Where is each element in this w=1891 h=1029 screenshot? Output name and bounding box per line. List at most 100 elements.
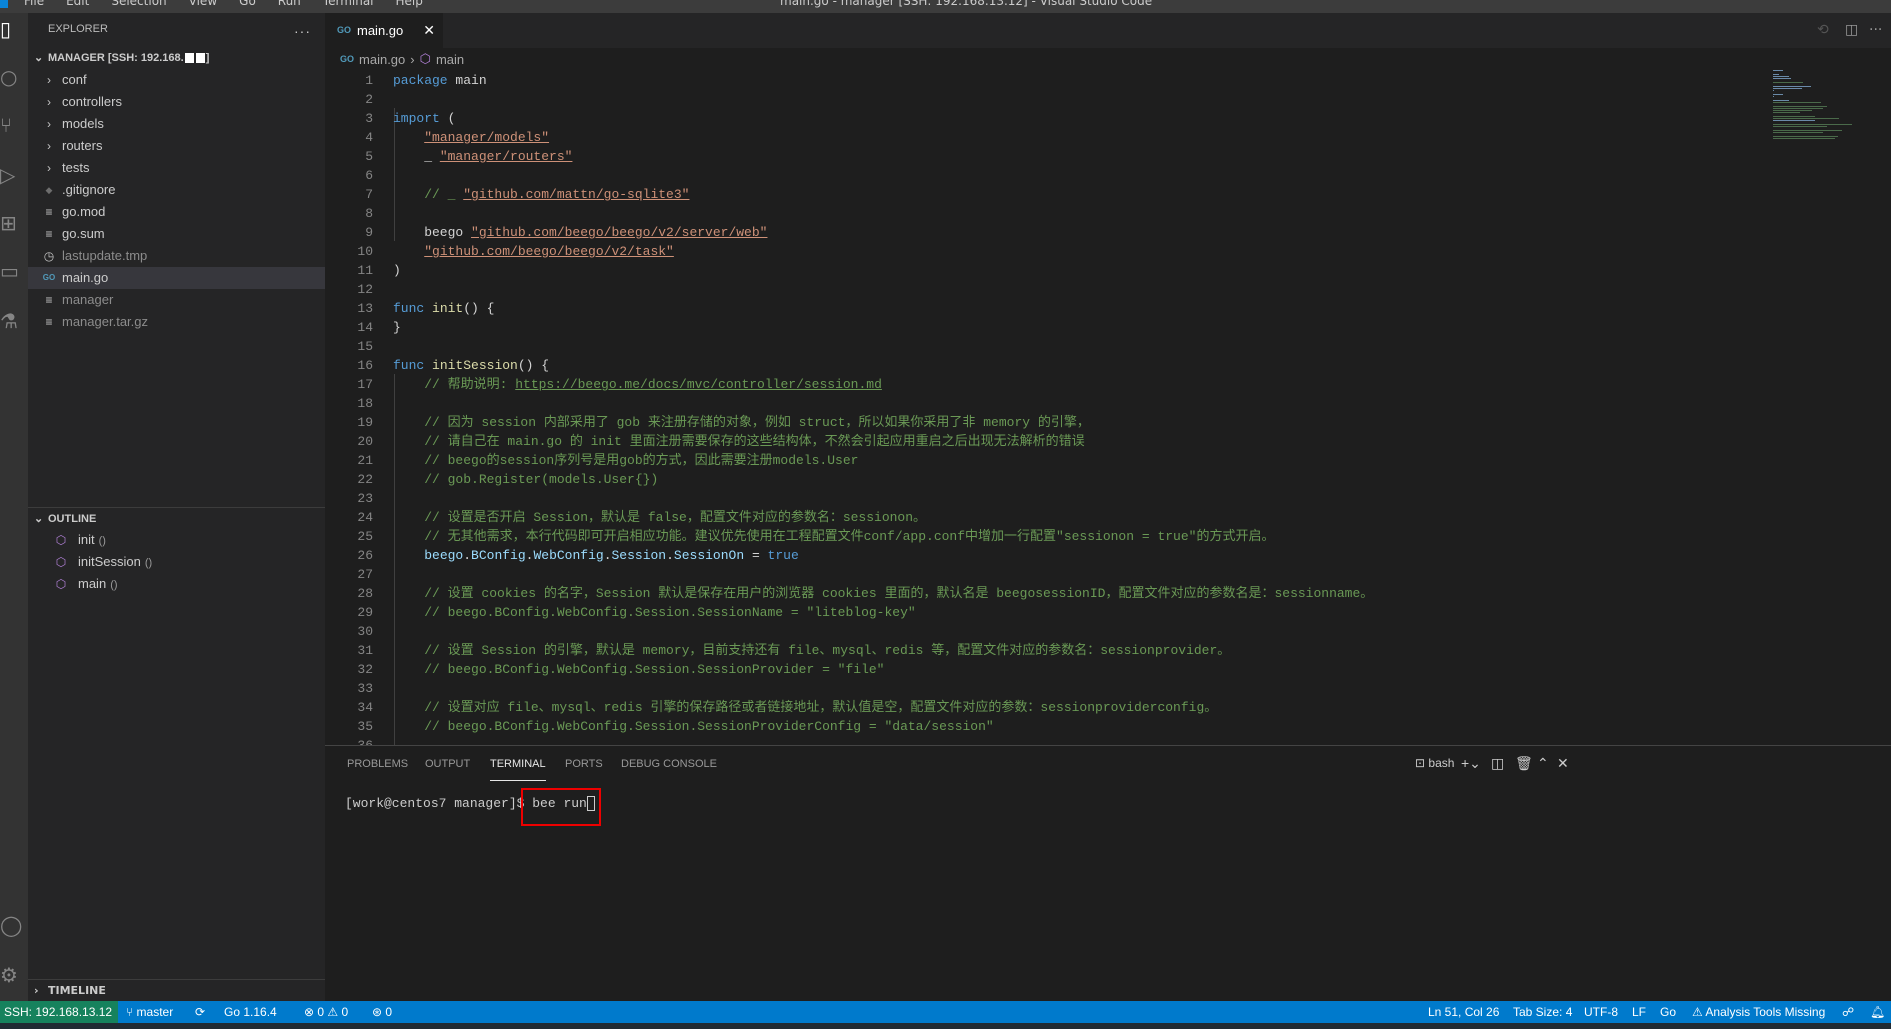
- outline-item-label: initSession(): [78, 551, 152, 574]
- tree-item-label: .gitignore: [62, 182, 116, 197]
- file-item[interactable]: ◷ lastupdate.tmp: [28, 245, 325, 267]
- menu-item-file[interactable]: File: [24, 0, 44, 8]
- code-token: // _: [393, 187, 464, 202]
- go-version[interactable]: Go 1.16.4: [224, 1001, 277, 1023]
- split-terminal-icon[interactable]: ◫: [1491, 755, 1504, 772]
- folder-item[interactable]: › conf: [28, 69, 325, 91]
- minimap-line: [1773, 82, 1804, 83]
- folder-item[interactable]: › routers: [28, 135, 325, 157]
- menu-item-help[interactable]: Help: [396, 0, 423, 8]
- code-line: }: [393, 318, 401, 337]
- tree-item-label: go.sum: [62, 226, 105, 241]
- symbol-method-icon: ⬡: [55, 533, 67, 547]
- line-number: 30: [357, 624, 373, 639]
- tab-size[interactable]: Tab Size: 4: [1513, 1001, 1572, 1023]
- tab-main-go[interactable]: GO main.go ✕: [325, 13, 443, 48]
- menu-item-go[interactable]: Go: [239, 0, 256, 8]
- end-of-line[interactable]: LF: [1632, 1001, 1646, 1023]
- outline-header[interactable]: ⌄ OUTLINE: [28, 507, 325, 529]
- file-item[interactable]: ≡ go.sum: [28, 223, 325, 245]
- branch-status[interactable]: ⑂ master: [126, 1001, 173, 1023]
- code-line: // _ "github.com/mattn/go-sqlite3": [393, 185, 689, 204]
- code-token: "github.com/mattn/go-sqlite3": [463, 187, 690, 202]
- cursor-position[interactable]: Ln 51, Col 26: [1428, 1001, 1499, 1023]
- search-icon[interactable]: ○: [0, 65, 28, 95]
- explorer-icon[interactable]: ▯: [0, 17, 28, 47]
- code-token: "manager/models": [424, 130, 550, 145]
- more-actions-icon[interactable]: ···: [1869, 22, 1882, 38]
- more-actions-icon[interactable]: ···: [294, 23, 311, 39]
- outline-name: initSession: [78, 554, 141, 569]
- file-item[interactable]: ≡ manager.tar.gz: [28, 311, 325, 333]
- remote-explorer-icon[interactable]: ▭: [0, 259, 28, 289]
- chevron-right-icon: ›: [47, 73, 51, 87]
- folder-item[interactable]: › models: [28, 113, 325, 135]
- split-editor-icon[interactable]: ◫: [1845, 22, 1858, 38]
- terminal[interactable]: [work@centos7 manager]$ bee run: [345, 788, 601, 826]
- file-item[interactable]: ◆ .gitignore: [28, 179, 325, 201]
- analysis-tools-warning[interactable]: ⚠ Analysis Tools Missing: [1692, 1001, 1825, 1023]
- sync-icon[interactable]: ⟳: [195, 1001, 205, 1023]
- code-line: // 帮助说明: https://beego.me/docs/mvc/contr…: [393, 375, 882, 394]
- remote-label: SSH: 192.168.13.12: [4, 1005, 113, 1019]
- close-tab-icon[interactable]: ✕: [423, 13, 435, 48]
- run-debug-icon[interactable]: ▷: [0, 163, 28, 193]
- ports-status[interactable]: ⊛ 0: [372, 1001, 392, 1023]
- accounts-icon[interactable]: ◯: [0, 913, 28, 943]
- outline-item[interactable]: ⬡ main(): [28, 573, 325, 595]
- menu-item-run[interactable]: Run: [278, 0, 301, 8]
- close-panel-icon[interactable]: ✕: [1557, 755, 1569, 772]
- ports-icon: ⊛: [372, 1005, 386, 1019]
- code-editor[interactable]: 1 package main 2 3 import (4 "manager/models…: [325, 70, 1771, 745]
- panel-tab-ports[interactable]: PORTS: [565, 758, 603, 770]
- panel-tab-problems[interactable]: PROBLEMS: [347, 758, 408, 770]
- code-token: initSession: [432, 358, 518, 373]
- notifications-bell-icon[interactable]: 🔔︎: [1870, 1001, 1885, 1023]
- code-line: _ "manager/routers": [393, 147, 572, 166]
- menu-item-edit[interactable]: Edit: [66, 0, 89, 8]
- minimap-line: [1773, 76, 1789, 77]
- menu-item-view[interactable]: View: [189, 0, 217, 8]
- breadcrumb-symbol[interactable]: main: [436, 52, 464, 67]
- problems-status[interactable]: ⊗ 0 ⚠ 0: [304, 1001, 348, 1023]
- remote-indicator[interactable]: SSH: 192.168.13.12: [0, 1001, 118, 1023]
- testing-icon[interactable]: ⚗: [0, 309, 28, 339]
- terminal-shell-selector[interactable]: ⊡ bash: [1415, 756, 1454, 770]
- menu-item-terminal[interactable]: Terminal: [323, 0, 374, 8]
- open-changes-icon[interactable]: ⟲: [1817, 22, 1829, 38]
- workspace-root-header[interactable]: ⌄ MANAGER [SSH: 192.168.]: [28, 47, 325, 69]
- file-item[interactable]: GO main.go: [28, 267, 325, 289]
- kill-terminal-icon[interactable]: 🗑: [1515, 755, 1533, 772]
- minimap-line: [1773, 102, 1821, 103]
- new-terminal-icon[interactable]: +⌄: [1461, 755, 1481, 772]
- panel-tab-terminal[interactable]: TERMINAL: [490, 758, 546, 781]
- feedback-icon[interactable]: ☍: [1842, 1001, 1854, 1023]
- panel-tab-output[interactable]: OUTPUT: [425, 758, 470, 770]
- file-item[interactable]: ≡ go.mod: [28, 201, 325, 223]
- timeline-header[interactable]: › TIMELINE: [28, 979, 325, 1001]
- branch-label: master: [136, 1005, 174, 1019]
- settings-gear-icon[interactable]: ⚙: [0, 963, 28, 993]
- outline-params: (): [98, 535, 106, 547]
- extensions-icon[interactable]: ⊞: [0, 211, 28, 241]
- breadcrumb-file[interactable]: main.go: [359, 52, 405, 67]
- folder-item[interactable]: › tests: [28, 157, 325, 179]
- code-token: init: [432, 301, 464, 316]
- line-number: 15: [357, 339, 373, 354]
- folder-item[interactable]: › controllers: [28, 91, 325, 113]
- maximize-panel-icon[interactable]: ⌃: [1537, 755, 1549, 772]
- menu-item-selection[interactable]: Selection: [111, 0, 166, 8]
- file-item[interactable]: ≡ manager: [28, 289, 325, 311]
- source-control-icon[interactable]: ⑂: [0, 113, 28, 143]
- outline-item[interactable]: ⬡ initSession(): [28, 551, 325, 573]
- language-mode[interactable]: Go: [1660, 1001, 1676, 1023]
- line-number: 9: [365, 225, 373, 240]
- outline-item[interactable]: ⬡ init(): [28, 529, 325, 551]
- chevron-down-icon: ⌄: [34, 52, 44, 64]
- timeline-title: TIMELINE: [48, 984, 106, 997]
- panel-tab-debug-console[interactable]: DEBUG CONSOLE: [621, 758, 717, 770]
- git-icon: ◆: [45, 185, 53, 195]
- minimap[interactable]: [1773, 70, 1883, 190]
- encoding[interactable]: UTF-8: [1584, 1001, 1618, 1023]
- code-line: beego "github.com/beego/beego/v2/server/…: [393, 223, 767, 242]
